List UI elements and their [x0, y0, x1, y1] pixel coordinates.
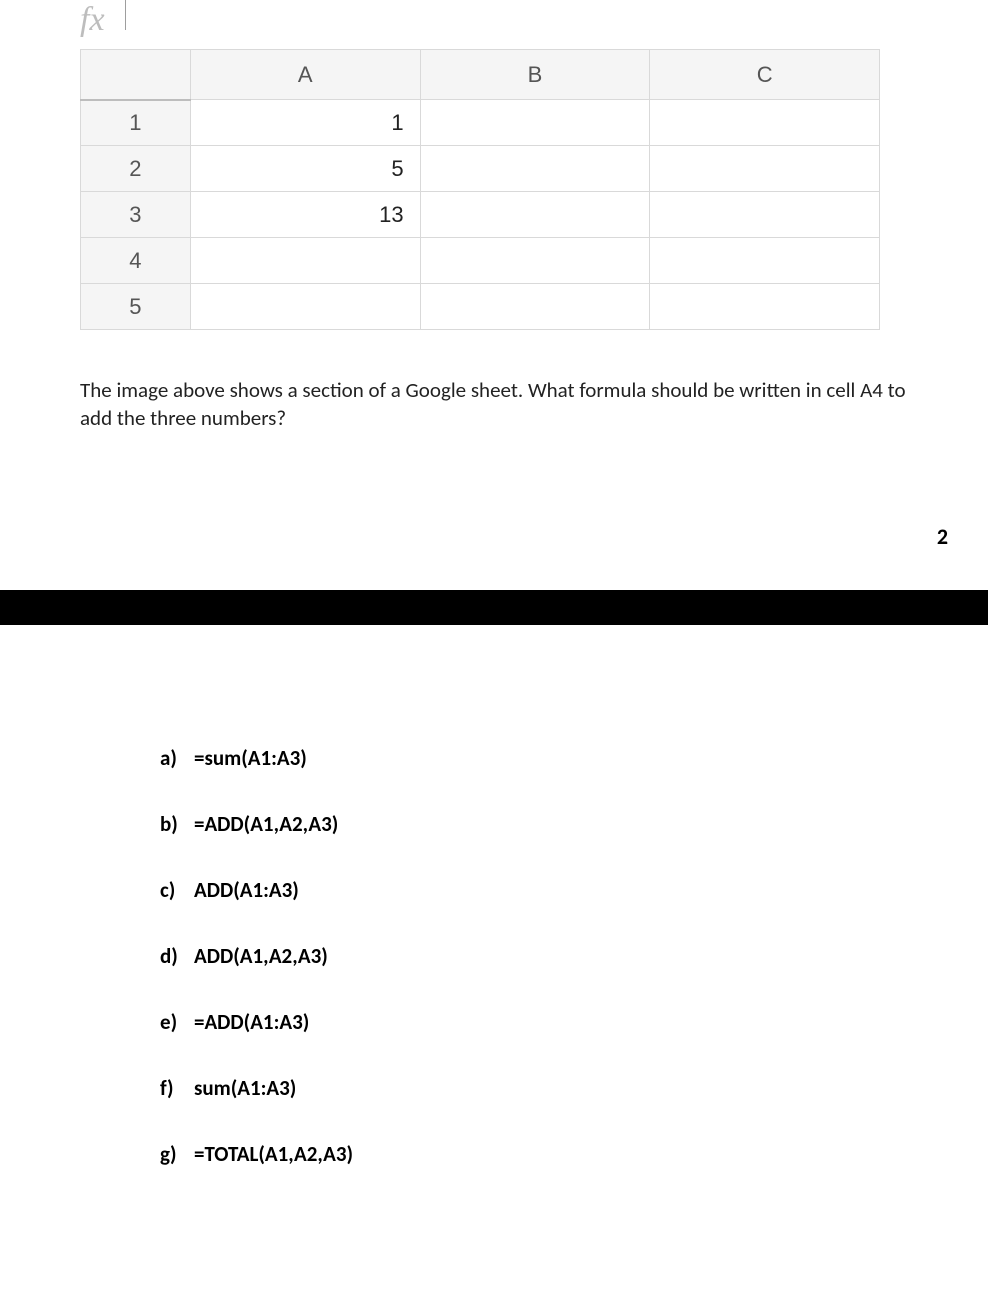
row-header-3[interactable]: 3	[81, 192, 191, 238]
row-header-2[interactable]: 2	[81, 146, 191, 192]
column-header-B[interactable]: B	[420, 50, 650, 100]
cell-A5[interactable]	[190, 284, 420, 330]
option-letter: d)	[160, 943, 194, 969]
option-c: c) ADD(A1:A3)	[160, 877, 988, 903]
option-letter: g)	[160, 1141, 194, 1167]
page-number: 2	[0, 433, 988, 560]
question-text: The image above shows a section of a Goo…	[0, 330, 988, 433]
formula-bar: fx	[0, 0, 988, 49]
cell-A2[interactable]: 5	[190, 146, 420, 192]
row-header-5[interactable]: 5	[81, 284, 191, 330]
option-text: =TOTAL(A1,A2,A3)	[194, 1141, 353, 1167]
cell-A3[interactable]: 13	[190, 192, 420, 238]
option-letter: e)	[160, 1009, 194, 1035]
option-a: a) =sum(A1:A3)	[160, 745, 988, 771]
cell-C1[interactable]	[650, 100, 880, 146]
option-text: sum(A1:A3)	[194, 1075, 296, 1101]
cell-B2[interactable]	[420, 146, 650, 192]
row-header-4[interactable]: 4	[81, 238, 191, 284]
option-b: b) =ADD(A1,A2,A3)	[160, 811, 988, 837]
upper-page: fx A B C 1 1 2 5	[0, 0, 988, 590]
option-text: ADD(A1,A2,A3)	[194, 943, 328, 969]
option-text: =sum(A1:A3)	[194, 745, 307, 771]
option-d: d) ADD(A1,A2,A3)	[160, 943, 988, 969]
cell-C2[interactable]	[650, 146, 880, 192]
page-divider-bar	[0, 590, 988, 625]
column-header-C[interactable]: C	[650, 50, 880, 100]
answer-options: a) =sum(A1:A3) b) =ADD(A1,A2,A3) c) ADD(…	[0, 625, 988, 1257]
option-e: e) =ADD(A1:A3)	[160, 1009, 988, 1035]
cell-B4[interactable]	[420, 238, 650, 284]
cell-C3[interactable]	[650, 192, 880, 238]
option-text: =ADD(A1,A2,A3)	[194, 811, 338, 837]
option-letter: b)	[160, 811, 194, 837]
option-text: ADD(A1:A3)	[194, 877, 299, 903]
spreadsheet-grid: A B C 1 1 2 5 3 13	[80, 49, 880, 330]
row-header-1[interactable]: 1	[81, 100, 191, 146]
formula-bar-caret	[125, 0, 126, 30]
option-letter: a)	[160, 745, 194, 771]
option-text: =ADD(A1:A3)	[194, 1009, 309, 1035]
cell-B5[interactable]	[420, 284, 650, 330]
option-g: g) =TOTAL(A1,A2,A3)	[160, 1141, 988, 1167]
column-header-A[interactable]: A	[190, 50, 420, 100]
cell-C4[interactable]	[650, 238, 880, 284]
cell-B1[interactable]	[420, 100, 650, 146]
option-letter: c)	[160, 877, 194, 903]
option-letter: f)	[160, 1075, 194, 1101]
corner-cell[interactable]	[81, 50, 191, 100]
cell-A1[interactable]: 1	[190, 100, 420, 146]
option-f: f) sum(A1:A3)	[160, 1075, 988, 1101]
cell-B3[interactable]	[420, 192, 650, 238]
fx-icon: fx	[80, 1, 105, 39]
cell-C5[interactable]	[650, 284, 880, 330]
cell-A4[interactable]	[190, 238, 420, 284]
